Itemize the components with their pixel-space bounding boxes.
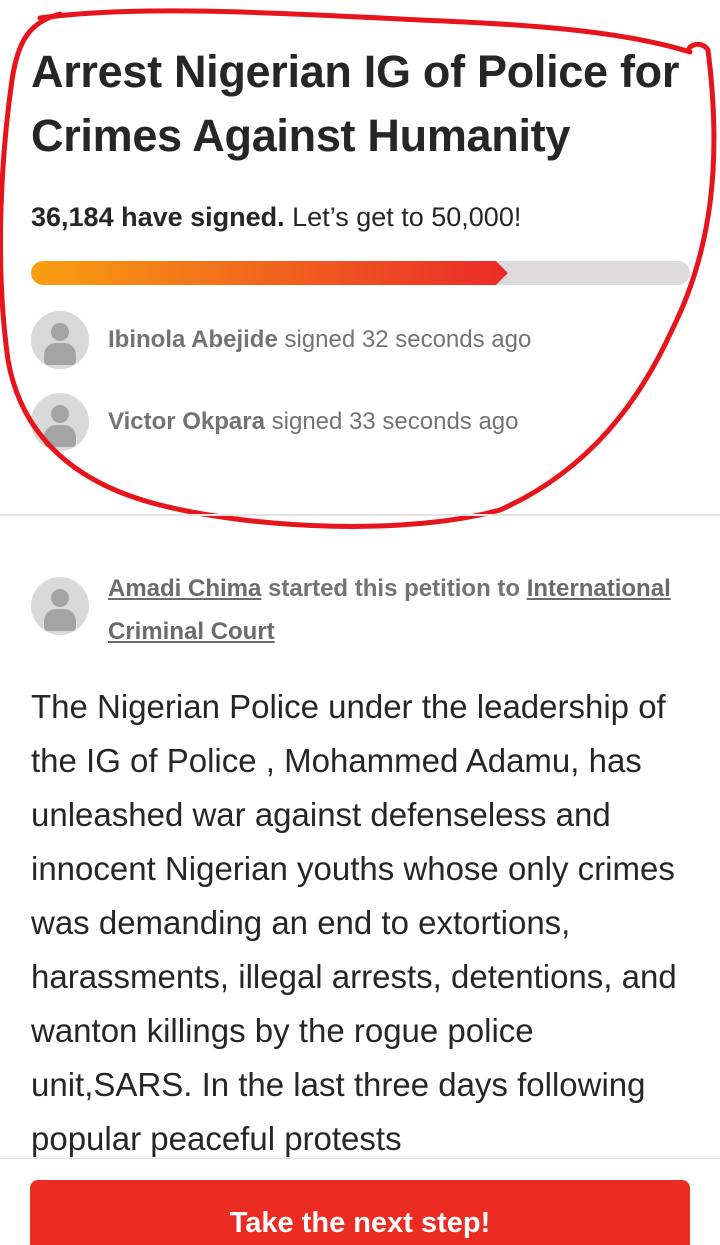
petition-starter: Amadi Chima started this petition to Int… (31, 567, 691, 657)
avatar (31, 577, 89, 635)
signer-time: signed 32 seconds ago (284, 326, 532, 353)
signature-progress-bar (31, 261, 690, 285)
take-next-step-button[interactable]: Take the next step! (30, 1180, 690, 1245)
recent-signer: Victor Okpara signed 33 seconds ago (31, 393, 671, 451)
goal-text: Let’s get to 50,000! (292, 202, 522, 232)
progress-fill (31, 261, 508, 285)
signed-count-text: 36,184 have signed. (31, 202, 285, 232)
avatar (31, 311, 89, 369)
starter-middle-text: started this petition to (268, 575, 521, 602)
petition-description: The Nigerian Police under the leadership… (31, 688, 677, 1157)
signature-count: 36,184 have signed. Let’s get to 50,000! (31, 198, 521, 236)
bottom-action-bar: Take the next step! (0, 1158, 720, 1245)
recent-signer: Ibinola Abejide signed 32 seconds ago (31, 311, 671, 369)
petition-header: Arrest Nigerian IG of Police for Crimes … (0, 0, 720, 516)
avatar (31, 393, 89, 451)
signer-name: Victor Okpara (108, 408, 265, 435)
signer-time: signed 33 seconds ago (271, 408, 519, 435)
petition-title: Arrest Nigerian IG of Police for Crimes … (31, 46, 680, 161)
section-divider (0, 514, 720, 516)
signer-name: Ibinola Abejide (108, 326, 278, 353)
starter-name-link[interactable]: Amadi Chima (108, 575, 261, 602)
